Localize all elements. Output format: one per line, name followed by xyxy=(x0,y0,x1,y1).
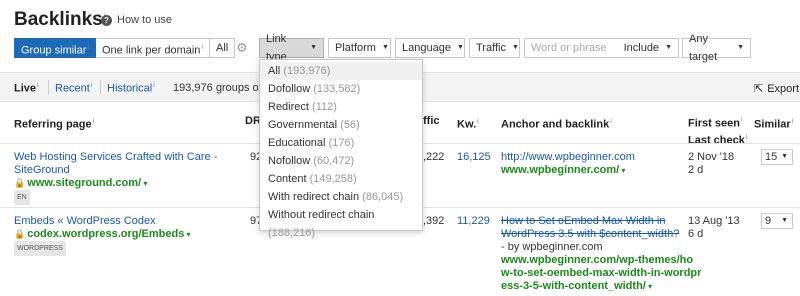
chevron-down-icon: ▼ xyxy=(737,44,744,51)
all-button[interactable]: All xyxy=(209,38,236,58)
language-dropdown[interactable]: Language ▼ xyxy=(395,38,465,58)
col-referring-page[interactable]: Referring pagei xyxy=(14,115,94,132)
table-row: Embeds « WordPress Codex 🔒 codex.wordpres… xyxy=(14,215,191,256)
divider xyxy=(100,80,101,94)
menu-item-all[interactable]: All (193,976) xyxy=(260,62,422,80)
referring-url[interactable]: www.siteground.com/ xyxy=(27,177,141,189)
gear-icon[interactable]: ⚙ xyxy=(236,40,248,56)
backlink-url[interactable]: www.wpbeginner.com/wp-themes/ho xyxy=(501,254,701,267)
chevron-down-icon: ▼ xyxy=(381,44,389,51)
how-to-use-link[interactable]: ? How to use xyxy=(101,14,172,26)
language-badge: EN xyxy=(14,190,30,205)
referring-page-title[interactable]: Embeds « WordPress Codex xyxy=(14,215,191,228)
menu-item-dofollow[interactable]: Dofollow (133,582) xyxy=(260,80,422,98)
link-type-dropdown[interactable]: Link type ▼ xyxy=(259,33,324,63)
chevron-down-icon[interactable]: ▾ xyxy=(141,179,147,188)
menu-item-redirect[interactable]: Redirect (112) xyxy=(260,98,422,116)
export-button[interactable]: ⇱ Export xyxy=(754,82,800,96)
menu-item-educational[interactable]: Educational (176) xyxy=(260,134,422,152)
referring-page-title[interactable]: Web Hosting Services Crafted with Care -… xyxy=(14,151,217,177)
referring-url[interactable]: codex.wordpress.org/Embeds xyxy=(27,228,184,240)
groups-count: 193,976 groups of s xyxy=(173,82,271,94)
chevron-down-icon[interactable]: ▾ xyxy=(646,282,652,291)
last-check: 6 d xyxy=(688,228,704,240)
anchor-text-lost[interactable]: WordPress 3.5 with $content_width? xyxy=(501,228,701,241)
target-label: Any target xyxy=(689,33,718,63)
menu-item-nofollow[interactable]: Nofollow (60,472) xyxy=(260,152,422,170)
export-icon: ⇱ xyxy=(754,83,764,95)
anchor-link[interactable]: http://www.wpbeginner.com xyxy=(501,151,635,164)
include-select[interactable]: Include ▼ xyxy=(624,39,672,57)
first-seen: 2 Nov '18 xyxy=(688,151,735,163)
lock-icon: 🔒 xyxy=(14,229,26,239)
first-seen: 13 Aug '13 xyxy=(688,215,740,227)
platform-badge: WORDPRESS xyxy=(14,241,66,256)
dates-cell: 2 Nov '18 2 d xyxy=(688,151,734,177)
platform-dropdown[interactable]: Platform ▼ xyxy=(328,38,391,58)
divider xyxy=(48,80,49,94)
backlink-url[interactable]: ess-3-5-with-content_width/ xyxy=(501,280,646,292)
col-kw[interactable]: Kw.i xyxy=(457,115,479,132)
chevron-down-icon[interactable]: ▾ xyxy=(619,166,625,175)
keywords-value[interactable]: 11,229 xyxy=(457,215,490,228)
col-anchor-backlink[interactable]: Anchor and backlinki xyxy=(501,115,612,132)
target-dropdown[interactable]: Any target ▼ xyxy=(682,33,751,63)
menu-item-without-redirect-chain[interactable]: Without redirect chain (188,216) xyxy=(260,206,422,239)
menu-item-content[interactable]: Content (149,258) xyxy=(260,170,422,188)
last-check: 2 d xyxy=(688,164,704,176)
tab-historical[interactable]: Historicali xyxy=(107,82,155,95)
chevron-down-icon: ▼ xyxy=(781,153,788,160)
group-similar-button[interactable]: Group similari xyxy=(14,38,96,58)
menu-item-governmental[interactable]: Governmental (56) xyxy=(260,116,422,134)
language-label: Language xyxy=(402,42,451,54)
chevron-down-icon: ▼ xyxy=(665,44,672,51)
chevron-down-icon: ▼ xyxy=(456,44,464,51)
word-phrase-input[interactable]: Word or phrase Include ▼ xyxy=(524,38,679,58)
word-phrase-placeholder: Word or phrase xyxy=(531,42,607,54)
chevron-down-icon: ▼ xyxy=(511,44,519,51)
anchor-source: - by wpbeginner.com xyxy=(501,241,603,253)
menu-item-with-redirect-chain[interactable]: With redirect chain (86,045) xyxy=(260,188,422,206)
traffic-label: Traffic xyxy=(476,42,506,54)
dates-cell: 13 Aug '13 6 d xyxy=(688,215,740,241)
keywords-value[interactable]: 16,125 xyxy=(457,151,491,164)
traffic-dropdown[interactable]: Traffic ▼ xyxy=(469,38,520,58)
one-link-per-domain-button[interactable]: One link per domaini xyxy=(95,38,210,58)
col-similar[interactable]: Similari xyxy=(754,115,793,132)
page-title: Backlinksi xyxy=(14,9,105,31)
lock-icon: 🔒 xyxy=(14,178,26,188)
backlink-url[interactable]: w-to-set-oembed-max-width-in-wordpr xyxy=(501,267,701,280)
platform-label: Platform xyxy=(335,42,376,54)
tab-recent[interactable]: Recenti xyxy=(55,82,92,95)
how-to-use-label: How to use xyxy=(117,14,173,26)
anchor-cell: How to Set oEmbed Max Width in WordPress… xyxy=(501,215,701,293)
link-type-menu: All (193,976) Dofollow (133,582) Redirec… xyxy=(259,59,423,239)
col-traffic[interactable]: ffic xyxy=(423,115,440,128)
chevron-down-icon: ▼ xyxy=(310,44,317,51)
table-row: Web Hosting Services Crafted with Care -… xyxy=(14,151,217,205)
traffic-value: ,222 xyxy=(423,151,445,163)
traffic-value: ,392 xyxy=(423,215,445,227)
export-label: Export xyxy=(767,82,800,95)
grouping-toggle: Group similari One link per domaini All xyxy=(14,38,236,58)
tab-live[interactable]: Livei xyxy=(14,82,39,95)
backlink-url[interactable]: www.wpbeginner.com/ xyxy=(501,164,619,176)
anchor-cell: http://www.wpbeginner.com www.wpbeginner… xyxy=(501,151,635,177)
anchor-text-lost[interactable]: How to Set oEmbed Max Width in xyxy=(501,215,701,228)
help-icon: ? xyxy=(101,14,112,26)
chevron-down-icon[interactable]: ▾ xyxy=(184,230,191,239)
similar-select[interactable]: 9 ▼ xyxy=(761,213,793,229)
chevron-down-icon: ▼ xyxy=(781,217,788,224)
similar-select[interactable]: 15 ▼ xyxy=(761,149,793,165)
